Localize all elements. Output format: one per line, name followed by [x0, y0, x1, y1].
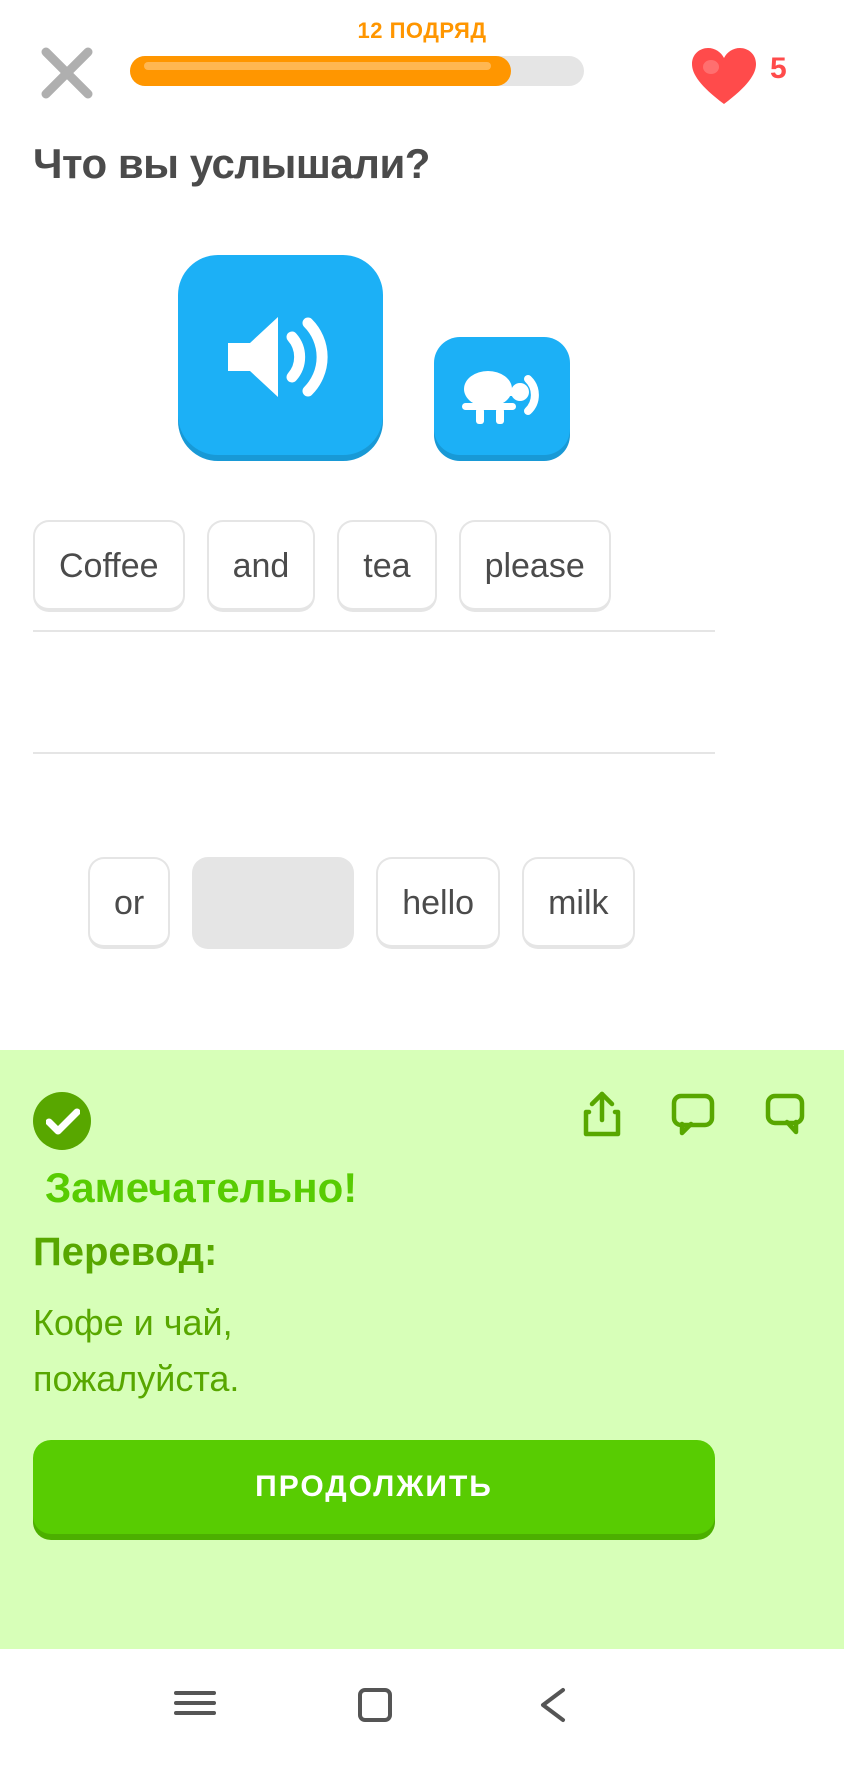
- answer-line-divider: [33, 752, 715, 754]
- hearts-count: 5: [770, 52, 787, 85]
- answer-tile[interactable]: please: [458, 520, 611, 612]
- streak-label: 12 ПОДРЯД: [357, 18, 487, 43]
- answer-tile[interactable]: and: [206, 520, 316, 612]
- app-screen: 12 ПОДРЯД 5 Что вы услышали? Coffee and …: [0, 0, 844, 1769]
- word-bank-row: or hello milk: [88, 857, 635, 949]
- word-bank-tile[interactable]: or: [88, 857, 171, 949]
- word-bank-tile[interactable]: milk: [522, 857, 635, 949]
- result-title: Замечательно!: [45, 1164, 358, 1211]
- android-navbar: [0, 1649, 844, 1769]
- answer-tile[interactable]: Coffee: [33, 520, 185, 612]
- word-bank-tile[interactable]: hello: [376, 857, 501, 949]
- word-bank: or hello milk: [0, 857, 844, 967]
- lesson-progress-bar: [130, 56, 584, 86]
- share-icon[interactable]: [580, 1090, 624, 1143]
- continue-button[interactable]: ПРОДОЛЖИТЬ: [33, 1440, 715, 1534]
- lesson-header: 12 ПОДРЯД 5: [0, 0, 844, 120]
- back-icon[interactable]: [535, 1685, 575, 1730]
- recent-apps-icon[interactable]: [172, 1685, 218, 1726]
- result-action-icons: [580, 1090, 808, 1143]
- close-icon[interactable]: [40, 46, 94, 100]
- answer-tile[interactable]: tea: [337, 520, 437, 612]
- check-circle-icon: [33, 1092, 91, 1150]
- heart-icon: [690, 46, 758, 106]
- answer-tiles-row: Coffee and tea please: [33, 520, 611, 612]
- result-subtitle: Перевод:: [33, 1230, 218, 1274]
- comment-icon[interactable]: [670, 1091, 716, 1142]
- answer-area: Coffee and tea please: [0, 505, 844, 765]
- home-icon[interactable]: [355, 1685, 395, 1730]
- speaker-icon[interactable]: [178, 255, 383, 455]
- translation-line: Кофе и чай,: [33, 1302, 233, 1343]
- audio-controls: [0, 250, 844, 460]
- result-panel: Замечательно! Перевод: Кофе и чай, пожал…: [0, 1050, 844, 1650]
- hearts-indicator[interactable]: 5: [690, 44, 840, 104]
- progress-fill: [130, 56, 512, 86]
- translation-line: пожалуйста.: [33, 1357, 240, 1399]
- turtle-speaker-icon[interactable]: [434, 337, 570, 455]
- result-translation: Кофе и чай, пожалуйста.: [33, 1295, 593, 1407]
- question-prompt: Что вы услышали?: [33, 140, 430, 187]
- answer-line-divider: [33, 630, 715, 632]
- report-flag-icon[interactable]: [762, 1091, 808, 1142]
- word-bank-tile-used: [192, 857, 355, 949]
- progress-shine: [144, 62, 492, 70]
